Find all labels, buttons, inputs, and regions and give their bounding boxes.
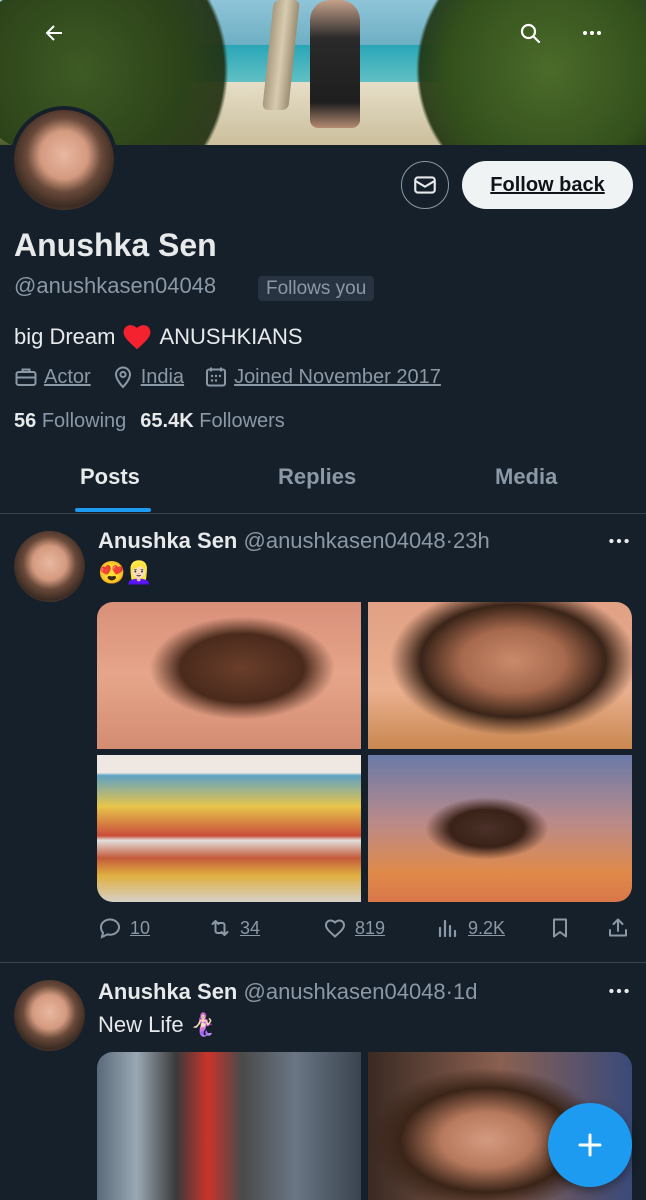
profile-bio: big Dream ANUSHKIANS [14,324,303,350]
post-text: New Life 🧜🏻‍♀️ [98,1012,218,1037]
back-button[interactable] [34,13,74,53]
following-count: 56 [14,410,37,432]
views-button[interactable]: 9.2K [436,916,505,940]
followers-link[interactable]: 65.4K Followers [140,410,285,433]
repost-button[interactable]: 34 [208,916,260,940]
reply-count: 10 [130,917,151,938]
repost-count: 34 [240,917,261,938]
followers-count: 65.4K [140,410,194,432]
views-chart-icon [438,919,457,938]
post-avatar[interactable] [14,531,85,602]
briefcase-icon [15,368,37,386]
calendar-icon [206,367,227,387]
media-photo-5[interactable] [97,1052,361,1200]
location-item[interactable]: India [111,365,184,389]
search-icon [520,23,541,44]
profile-handle: @anushkasen04048 [14,273,217,298]
bio-text-start: big Dream [14,324,116,349]
post-author-name[interactable]: Anushka Sen [98,528,237,553]
post-time[interactable]: 23h [453,528,490,553]
post-separator: · [445,979,453,1004]
profession-item[interactable]: Actor [14,365,91,389]
compose-post-button[interactable] [548,1103,632,1187]
post-header: Anushka Sen @anushkasen04048·1d [98,979,477,1005]
followers-label: Followers [199,410,285,432]
tab-media[interactable]: Media [495,464,557,490]
profile-tabs: Posts Replies Media [0,446,646,514]
bookmark-icon [553,918,567,938]
post-author-name[interactable]: Anushka Sen [98,979,237,1004]
post-more-icon[interactable] [606,978,632,1004]
plus-icon [578,1133,602,1157]
reply-bubble-icon [99,918,121,939]
media-photo-3[interactable] [97,755,361,902]
follows-you-badge: Follows you [258,276,375,301]
follow-counts: 56 Following 65.4K Followers [14,410,285,433]
profile-meta: Actor India Joined November 2017 [14,365,461,389]
post-item[interactable]: Anushka Sen @anushkasen04048·23h 😍👱🏻‍♀️ … [0,514,646,962]
like-count: 819 [355,917,386,938]
search-button[interactable] [510,13,550,53]
more-horizontal-icon [583,31,601,35]
back-arrow-icon [45,25,62,41]
red-heart-icon [124,325,151,350]
tab-posts[interactable]: Posts [80,464,140,490]
message-button[interactable] [401,161,449,209]
envelope-icon [414,176,436,194]
post-avatar[interactable] [14,980,85,1051]
share-button[interactable] [606,916,630,940]
post-actions: 10 34 819 9.2K [98,916,632,946]
post-header: Anushka Sen @anushkasen04048·23h [98,528,490,554]
post-author-handle: @anushkasen04048 [243,528,446,553]
post-separator: · [445,528,453,553]
share-icon [609,918,627,937]
location-text: India [140,365,185,388]
profile-avatar[interactable] [10,106,118,214]
profession-text: Actor [44,365,91,388]
banner-figure [310,0,360,128]
profile-name: Anushka Sen [14,227,217,263]
following-label: Following [41,410,127,432]
active-tab-indicator [75,508,151,512]
repost-icon [211,920,229,936]
post-time[interactable]: 1d [453,979,477,1004]
post-item[interactable]: Anushka Sen @anushkasen04048·1d New Life… [0,963,646,1200]
post-author-handle: @anushkasen04048 [243,979,446,1004]
bookmark-button[interactable] [548,916,572,940]
media-photo-4[interactable] [368,755,632,902]
more-options-button[interactable] [572,13,612,53]
post-media-grid [97,602,632,902]
joined-text: Joined November 2017 [234,365,441,388]
heart-outline-icon [324,919,346,938]
media-photo-1[interactable] [97,602,361,749]
views-count: 9.2K [468,917,506,938]
joined-item[interactable]: Joined November 2017 [204,365,441,389]
like-button[interactable]: 819 [323,916,385,940]
post-more-icon[interactable] [606,528,632,554]
media-photo-2[interactable] [368,602,632,749]
follow-back-button[interactable]: Follow back [462,161,633,209]
post-text: 😍👱🏻‍♀️ [98,560,153,585]
reply-button[interactable]: 10 [98,916,150,940]
location-pin-icon [114,366,131,389]
following-link[interactable]: 56 Following [14,410,126,433]
bio-text-end: ANUSHKIANS [159,324,303,349]
tab-replies[interactable]: Replies [278,464,356,490]
